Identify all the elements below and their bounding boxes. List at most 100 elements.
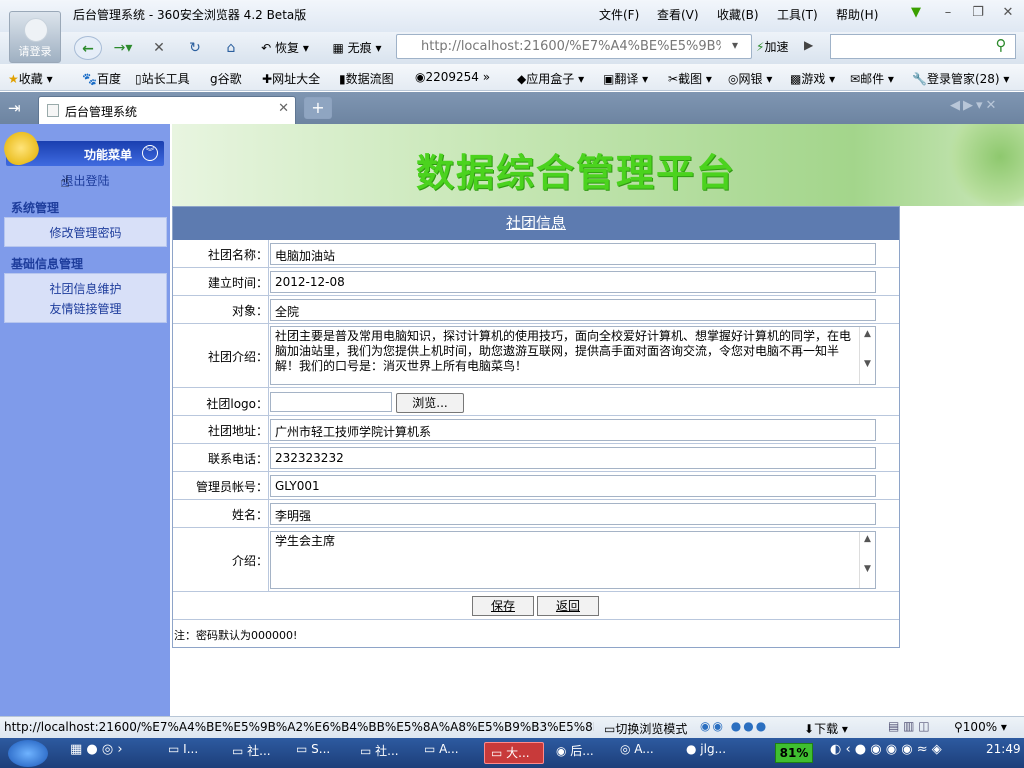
home-icon[interactable]: ⌂ [218, 36, 244, 60]
start-button[interactable] [8, 740, 48, 767]
maximize-button[interactable]: ❐ [968, 4, 988, 22]
scrollbar[interactable]: ▲ ▼ [859, 327, 875, 384]
refresh-icon[interactable]: ↻ [182, 36, 208, 60]
close-tab-icon[interactable]: ✕ [278, 101, 289, 116]
logout-link[interactable]: 退出登陆 [4, 172, 167, 189]
banner-figure [944, 124, 1024, 206]
star-icon: ★ [8, 72, 19, 86]
fav-label: 谷歌 [217, 72, 242, 86]
section-system: 系统管理 [11, 201, 60, 215]
field-row-target: 对象： 全院 [173, 296, 899, 324]
fav-label: 数据流图 [345, 72, 394, 86]
bio-textarea[interactable]: 学生会主席 ▲ ▼ [270, 531, 876, 589]
status-icons[interactable]: ◉◉ ●●● [700, 719, 768, 733]
task-label: 社... [375, 744, 399, 758]
field-row-person: 姓名： 李明强 [173, 500, 899, 528]
fav-google[interactable]: g谷歌 [210, 70, 242, 87]
browse-button[interactable]: 浏览... [396, 393, 464, 413]
sidebar-item-change-password[interactable]: 修改管理密码 [4, 224, 167, 241]
fav-bank[interactable]: ◎网银 ▾ [728, 70, 772, 87]
sidebar-header-label: 功能菜单 [84, 148, 133, 162]
fav-translate[interactable]: ▣翻译 ▾ [603, 70, 648, 87]
battery-indicator[interactable]: 81% [775, 743, 813, 763]
chevron-down-icon[interactable]: ▾ [732, 38, 738, 52]
address-bar[interactable]: http://localhost:21600/%E7%A4%BE%E5%9B% [396, 34, 752, 59]
person-name-field[interactable]: 李明强 [270, 503, 876, 525]
tab-admin[interactable]: 后台管理系统 ✕ [38, 96, 296, 124]
sidebar-toggle-icon[interactable]: ⇥ [8, 99, 21, 117]
field-row-admin: 管理员帐号： GLY001 [173, 472, 899, 500]
field-label: 建立时间： [207, 276, 268, 290]
menu-view[interactable]: 查看(V) [657, 6, 699, 23]
task-item[interactable]: ▭ S... [296, 742, 330, 764]
task-item[interactable]: ◉ 后... [556, 742, 594, 764]
field-label: 社团名称： [207, 248, 268, 262]
scrollbar[interactable]: ▲ ▼ [859, 532, 875, 588]
task-item[interactable]: ▭ 社... [232, 742, 271, 764]
no-trace-button[interactable]: ▦ 无痕 ▾ [324, 36, 390, 60]
close-window-button[interactable]: ✕ [998, 4, 1018, 22]
tab-label: 后台管理系统 [65, 105, 138, 119]
minimize-button[interactable]: – [938, 4, 958, 22]
bio-text: 学生会主席 [275, 534, 336, 548]
fav-collect[interactable]: ★收藏 ▾ [8, 70, 53, 87]
go-icon[interactable]: ▶ [804, 38, 813, 52]
tray-icons[interactable]: ◐ ‹ ● ◉ ◉ ◉ ≈ ◈ [830, 742, 942, 764]
menu-favorites[interactable]: 收藏(B) [717, 6, 759, 23]
save-button[interactable]: 保存 [472, 596, 534, 616]
club-name-field[interactable]: 电脑加油站 [270, 243, 876, 265]
target-field[interactable]: 全院 [270, 299, 876, 321]
founded-date-field[interactable]: 2012-12-08 [270, 271, 876, 293]
sidebar-item-links[interactable]: 友情链接管理 [4, 300, 167, 317]
fav-login-manager[interactable]: 🔧登录管家(28) ▾ [912, 70, 1009, 87]
menu-file[interactable]: 文件(F) [599, 6, 639, 23]
admin-account-field[interactable]: GLY001 [270, 475, 876, 497]
fav-mail[interactable]: ✉邮件 ▾ [850, 70, 894, 87]
new-tab-icon[interactable]: + [304, 97, 332, 119]
forward-icon[interactable]: →▾ [106, 36, 140, 60]
stop-icon[interactable]: ✕ [146, 36, 172, 60]
tool-icons[interactable]: ▤ ▥ ◫ [888, 719, 930, 733]
fav-baidu[interactable]: 🐾百度 [82, 70, 121, 87]
fav-label: 应用盒子 [526, 72, 575, 86]
shirt-icon[interactable]: ▼ [906, 4, 926, 22]
fav-games[interactable]: ▩游戏 ▾ [790, 70, 835, 87]
task-item[interactable]: ▭ 社... [360, 742, 399, 764]
fav-label: 截图 [678, 72, 703, 86]
task-item[interactable]: ▭ I... [168, 742, 198, 764]
fav-label: 百度 [96, 72, 121, 86]
tab-scroll-icons[interactable]: ◀▶▾✕ [950, 98, 999, 113]
search-icon[interactable]: ⚲ [986, 36, 1016, 58]
menu-help[interactable]: 帮助(H) [836, 6, 878, 23]
logo-file-input[interactable] [270, 392, 392, 412]
sidebar-item-club-info[interactable]: 社团信息维护 [4, 280, 167, 297]
switch-mode-label: 切换浏览模式 [615, 722, 688, 736]
task-item[interactable]: ◎ A... [620, 742, 654, 764]
task-item[interactable]: ▭ A... [424, 742, 459, 764]
fav-sites[interactable]: ✚网址大全 [262, 70, 320, 87]
fav-screenshot[interactable]: ✂截图 ▾ [668, 70, 712, 87]
zoom-control[interactable]: ⚲100% ▾ [954, 720, 1007, 734]
quicklaunch-icons[interactable]: ▦ ● ◎ › [70, 742, 123, 764]
speedup-button[interactable]: ⚡加速 [756, 38, 788, 55]
fav-2209254[interactable]: ◉2209254 » [415, 70, 490, 84]
club-address-field[interactable]: 广州市轻工技师学院计算机系 [270, 419, 876, 441]
back-button[interactable]: 返回 [537, 596, 599, 616]
task-item-active[interactable]: ▭ 大... [484, 742, 544, 764]
download-button[interactable]: ⬇下载 ▾ [804, 720, 848, 737]
switch-mode-button[interactable]: ▭切换浏览模式 [604, 720, 687, 737]
form-title: 社团信息 [173, 207, 899, 240]
phone-field[interactable]: 232323232 [270, 447, 876, 469]
club-intro-textarea[interactable]: 社团主要是普及常用电脑知识，探讨计算机的使用技巧，面向全校爱好计算机、想掌握好计… [270, 326, 876, 385]
menu-tools[interactable]: 工具(T) [777, 6, 818, 23]
fav-dataflow[interactable]: ▮数据流图 [339, 70, 394, 87]
user-avatar[interactable]: 请登录 [9, 11, 61, 63]
fav-webmaster[interactable]: ▯站长工具 [135, 70, 190, 87]
fav-appbox[interactable]: ◆应用盒子 ▾ [517, 70, 584, 87]
back-icon[interactable]: ← [74, 36, 102, 60]
collapse-icon[interactable]: ︾ [142, 145, 158, 161]
field-row-address: 社团地址： 广州市轻工技师学院计算机系 [173, 416, 899, 444]
task-item[interactable]: ● jlg... [686, 742, 726, 764]
restore-button[interactable]: ↶ 恢复 ▾ [252, 36, 318, 60]
field-row-intro: 社团介绍： 社团主要是普及常用电脑知识，探讨计算机的使用技巧，面向全校爱好计算机、… [173, 324, 899, 388]
